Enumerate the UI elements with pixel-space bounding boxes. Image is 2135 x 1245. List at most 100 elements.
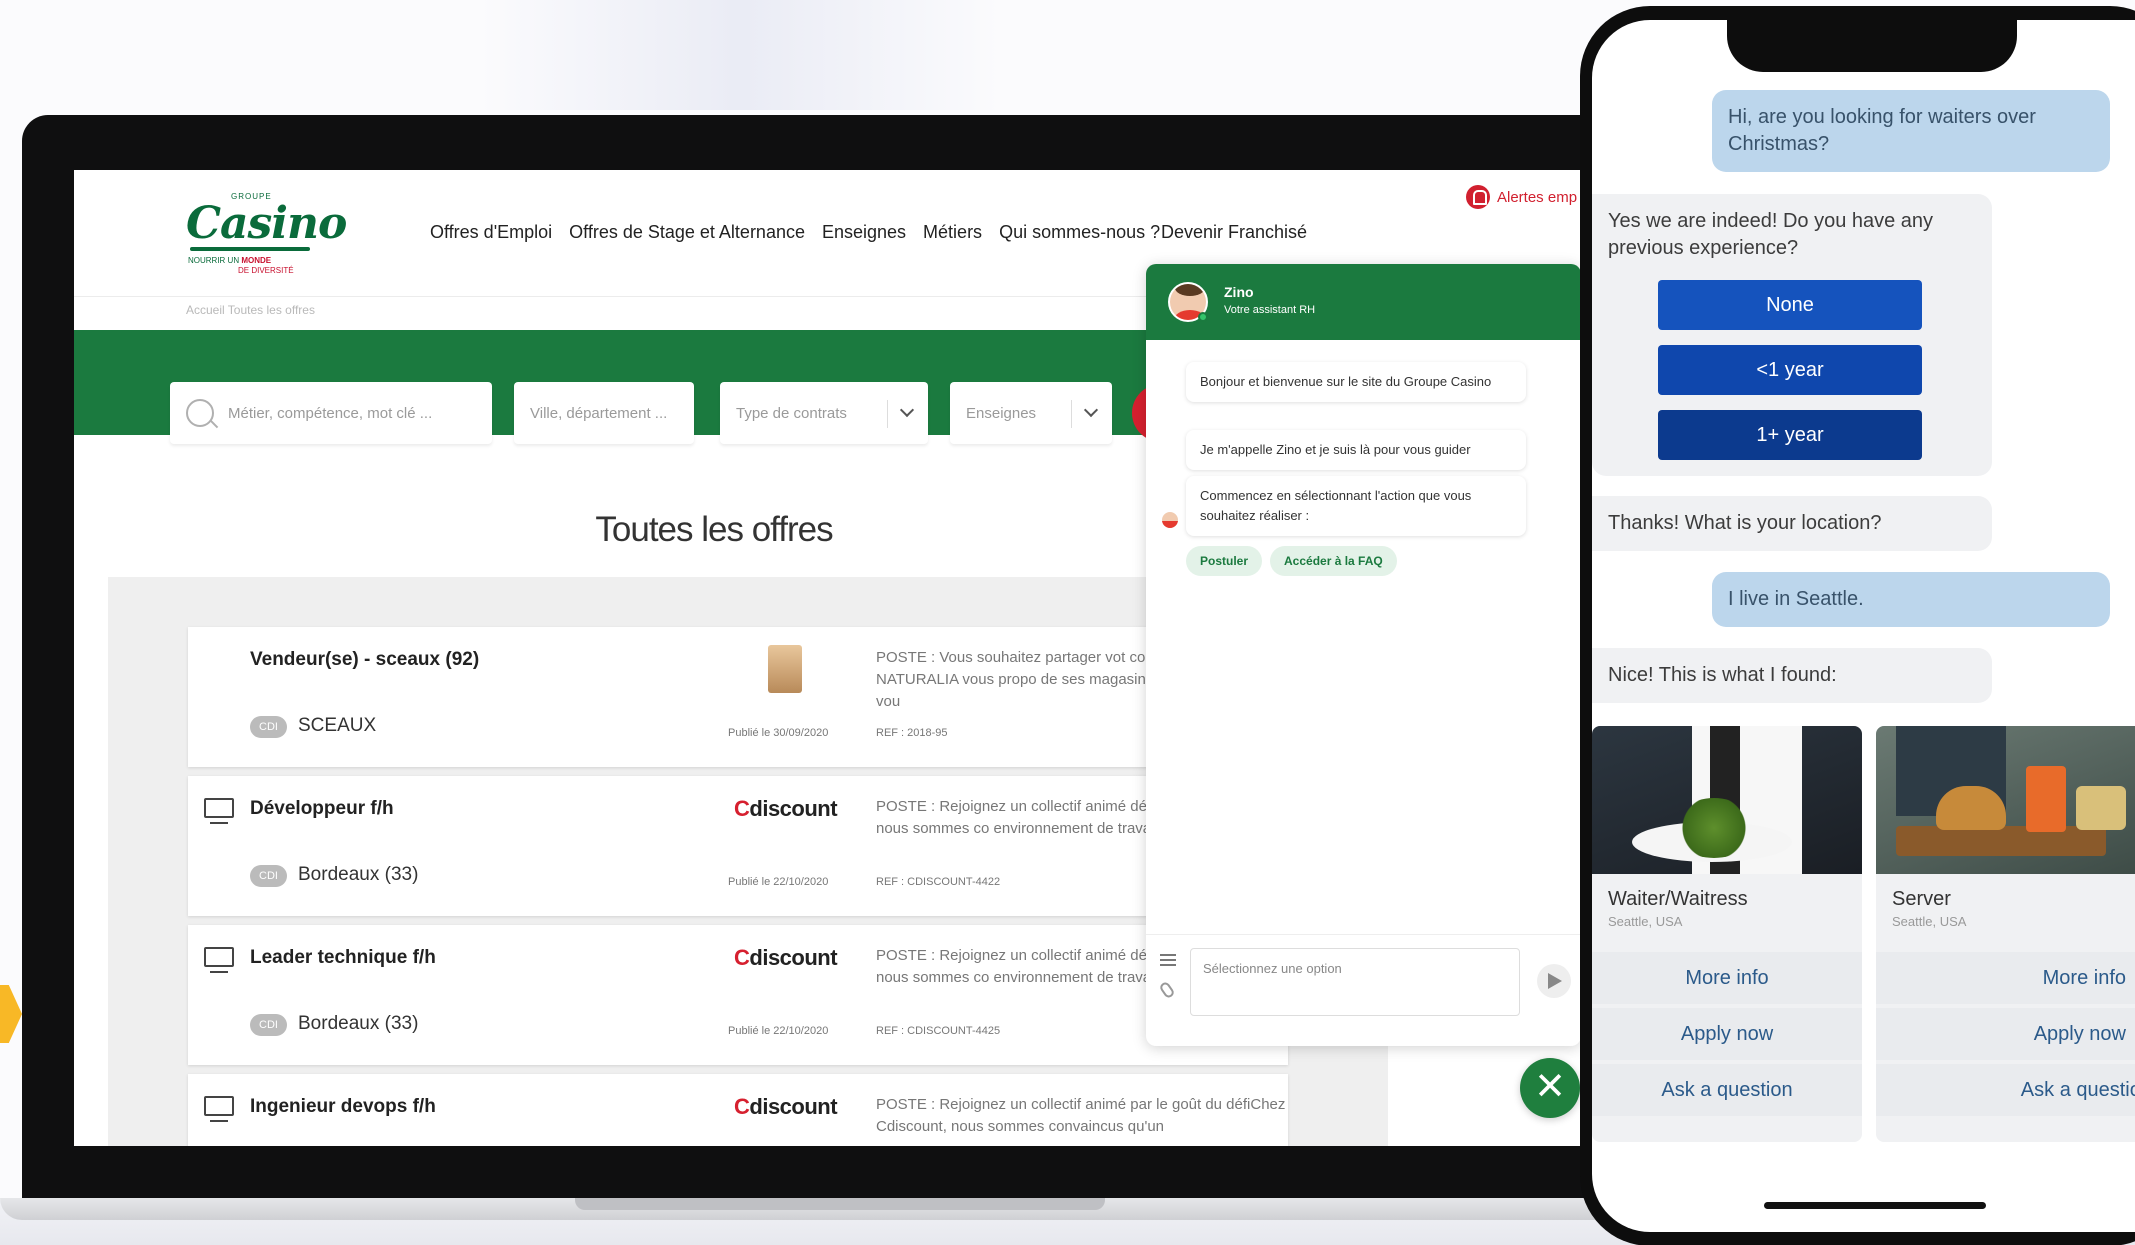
phone-screen: Hi, are you looking for waiters over Chr… (1592, 20, 2135, 1232)
city-search-input[interactable]: Ville, département ... (514, 382, 694, 444)
user-message: I live in Seattle. (1712, 572, 2110, 627)
send-icon[interactable] (1537, 964, 1571, 998)
job-alerts-link[interactable]: Alertes emp (1466, 185, 1577, 209)
quick-reply-faq[interactable]: Accéder à la FAQ (1270, 546, 1397, 576)
job-title[interactable]: Vendeur(se) - sceaux (92) (250, 649, 479, 671)
assistant-subtitle: Votre assistant RH (1224, 304, 1316, 316)
job-location: Bordeaux (33) (298, 864, 419, 885)
more-info-button[interactable]: More info (1592, 952, 1862, 1004)
apply-now-button[interactable]: Apply now (1876, 1008, 2135, 1060)
job-result-title: Server (1892, 888, 1951, 910)
laptop-base-notch (575, 1198, 1105, 1210)
server-photo (1876, 726, 2135, 874)
logo-word: Casino (186, 198, 347, 249)
job-published-date: Publié le 22/10/2020 (728, 876, 829, 888)
photo-drink (2026, 766, 2066, 832)
job-result-location: Seattle, USA (1892, 914, 1967, 929)
chevron-down-icon (1083, 402, 1099, 418)
option-less-1-year-button[interactable]: <1 year (1658, 345, 1922, 395)
job-card[interactable]: Leader technique f/h CDI Bordeaux (33) C… (188, 925, 1288, 1065)
job-result-card: Waiter/Waitress Seattle, USA More info A… (1592, 726, 1862, 1142)
monitor-icon (204, 798, 234, 824)
apply-now-button[interactable]: Apply now (1592, 1008, 1862, 1060)
contract-select-label: Type de contrats (736, 404, 847, 422)
job-location: SCEAUX (298, 715, 377, 736)
chat-message: Commencez en sélectionnant l'action que … (1186, 476, 1526, 536)
select-separator (1071, 400, 1072, 428)
brand-select[interactable]: Enseignes (950, 382, 1112, 444)
close-chat-button[interactable]: ✕ (1520, 1058, 1580, 1118)
monitor-icon (204, 1096, 234, 1122)
decorative-arrow (0, 985, 22, 1043)
job-title[interactable]: Leader technique f/h (250, 947, 436, 969)
contract-badge: CDI (250, 865, 287, 887)
photo-salad (1672, 798, 1756, 858)
keyword-placeholder: Métier, compétence, mot clé ... (228, 404, 433, 422)
menu-icon[interactable] (1160, 954, 1176, 966)
job-ref: REF : CDISCOUNT-4422 (876, 876, 1001, 888)
logo-tagline: NOURRIR UN MONDE (188, 256, 272, 265)
chatbot-header (1146, 264, 1581, 340)
nav-enseignes[interactable]: Enseignes (822, 222, 906, 243)
chat-footer-divider (1146, 934, 1581, 935)
casino-logo[interactable]: GROUPE Casino NOURRIR UN MONDE DE DIVERS… (186, 192, 347, 282)
job-result-location: Seattle, USA (1608, 914, 1683, 929)
city-placeholder: Ville, département ... (530, 404, 668, 422)
job-description: POSTE : Rejoignez un collectif animé par… (876, 1096, 1286, 1135)
job-card[interactable]: Vendeur(se) - sceaux (92) CDI SCEAUX Pub… (188, 627, 1288, 767)
contract-type-select[interactable]: Type de contrats (720, 382, 928, 444)
online-indicator (1198, 312, 1208, 322)
more-info-button[interactable]: More info (1876, 952, 2135, 1004)
nav-qui-sommes-nous[interactable]: Qui sommes-nous ? (999, 222, 1160, 243)
option-1-plus-year-button[interactable]: 1+ year (1658, 410, 1922, 460)
job-ref: REF : CDISCOUNT-4425 (876, 1025, 1001, 1037)
nav-devenir-franchise[interactable]: Devenir Franchisé (1161, 222, 1307, 243)
chat-message: Bonjour et bienvenue sur le site du Grou… (1186, 362, 1526, 402)
ask-question-button[interactable]: Ask a question (1592, 1064, 1862, 1116)
assistant-name: Zino (1224, 284, 1254, 300)
assistant-mini-avatar (1162, 512, 1178, 528)
chevron-down-icon (899, 402, 915, 418)
ask-question-button[interactable]: Ask a question (1876, 1064, 2135, 1116)
job-result-card: Server Seattle, USA More info Apply now … (1876, 726, 2135, 1142)
job-location: Bordeaux (33) (298, 1013, 419, 1034)
background-shade (480, 0, 1000, 110)
monitor-icon (204, 947, 234, 973)
contract-badge: CDI (250, 716, 287, 738)
select-separator (887, 400, 888, 428)
bot-message: Nice! This is what I found: (1592, 648, 1992, 703)
nav-metiers[interactable]: Métiers (923, 222, 982, 243)
brand-select-label: Enseignes (966, 404, 1037, 422)
main-nav: Offres d'Emploi Offres de Stage et Alter… (430, 222, 1160, 243)
job-card[interactable]: Ingenieur devops f/h Cdiscount POSTE : R… (188, 1074, 1288, 1146)
cdiscount-logo: Cdiscount (734, 796, 838, 821)
breadcrumb[interactable]: Accueil Toutes les offres (186, 303, 315, 317)
photo-fries (2076, 786, 2126, 830)
option-none-button[interactable]: None (1658, 280, 1922, 330)
job-title[interactable]: Ingenieur devops f/h (250, 1096, 436, 1118)
nav-offres-emploi[interactable]: Offres d'Emploi (430, 222, 552, 243)
logo-tagline-2: DE DIVERSITÉ (238, 266, 294, 275)
job-title[interactable]: Développeur f/h (250, 798, 394, 820)
photo-tray (1896, 826, 2106, 856)
job-published-date: Publié le 30/09/2020 (728, 727, 829, 739)
chat-input[interactable]: Sélectionnez une option (1190, 948, 1520, 1016)
keyword-search-input[interactable]: Métier, compétence, mot clé ... (170, 382, 492, 444)
close-icon: ✕ (1534, 1066, 1566, 1108)
chat-message: Je m'appelle Zino et je suis là pour vou… (1186, 430, 1526, 470)
user-message: Hi, are you looking for waiters over Chr… (1712, 90, 2110, 172)
phone-notch (1727, 20, 2017, 72)
contract-badge: CDI (250, 1014, 287, 1036)
search-icon (186, 399, 214, 427)
waiter-photo (1592, 726, 1862, 874)
bot-message: Thanks! What is your location? (1592, 496, 1992, 551)
paperclip-icon[interactable] (1158, 980, 1176, 1000)
nav-stage-alternance[interactable]: Offres de Stage et Alternance (569, 222, 805, 243)
bell-icon (1466, 185, 1490, 209)
cdiscount-logo: Cdiscount (734, 945, 838, 970)
quick-reply-postuler[interactable]: Postuler (1186, 546, 1263, 576)
laptop-screen: GROUPE Casino NOURRIR UN MONDE DE DIVERS… (74, 170, 1589, 1146)
home-indicator (1764, 1202, 1986, 1209)
job-card[interactable]: Développeur f/h CDI Bordeaux (33) Cdisco… (188, 776, 1288, 916)
photo-burger (1936, 786, 2006, 830)
